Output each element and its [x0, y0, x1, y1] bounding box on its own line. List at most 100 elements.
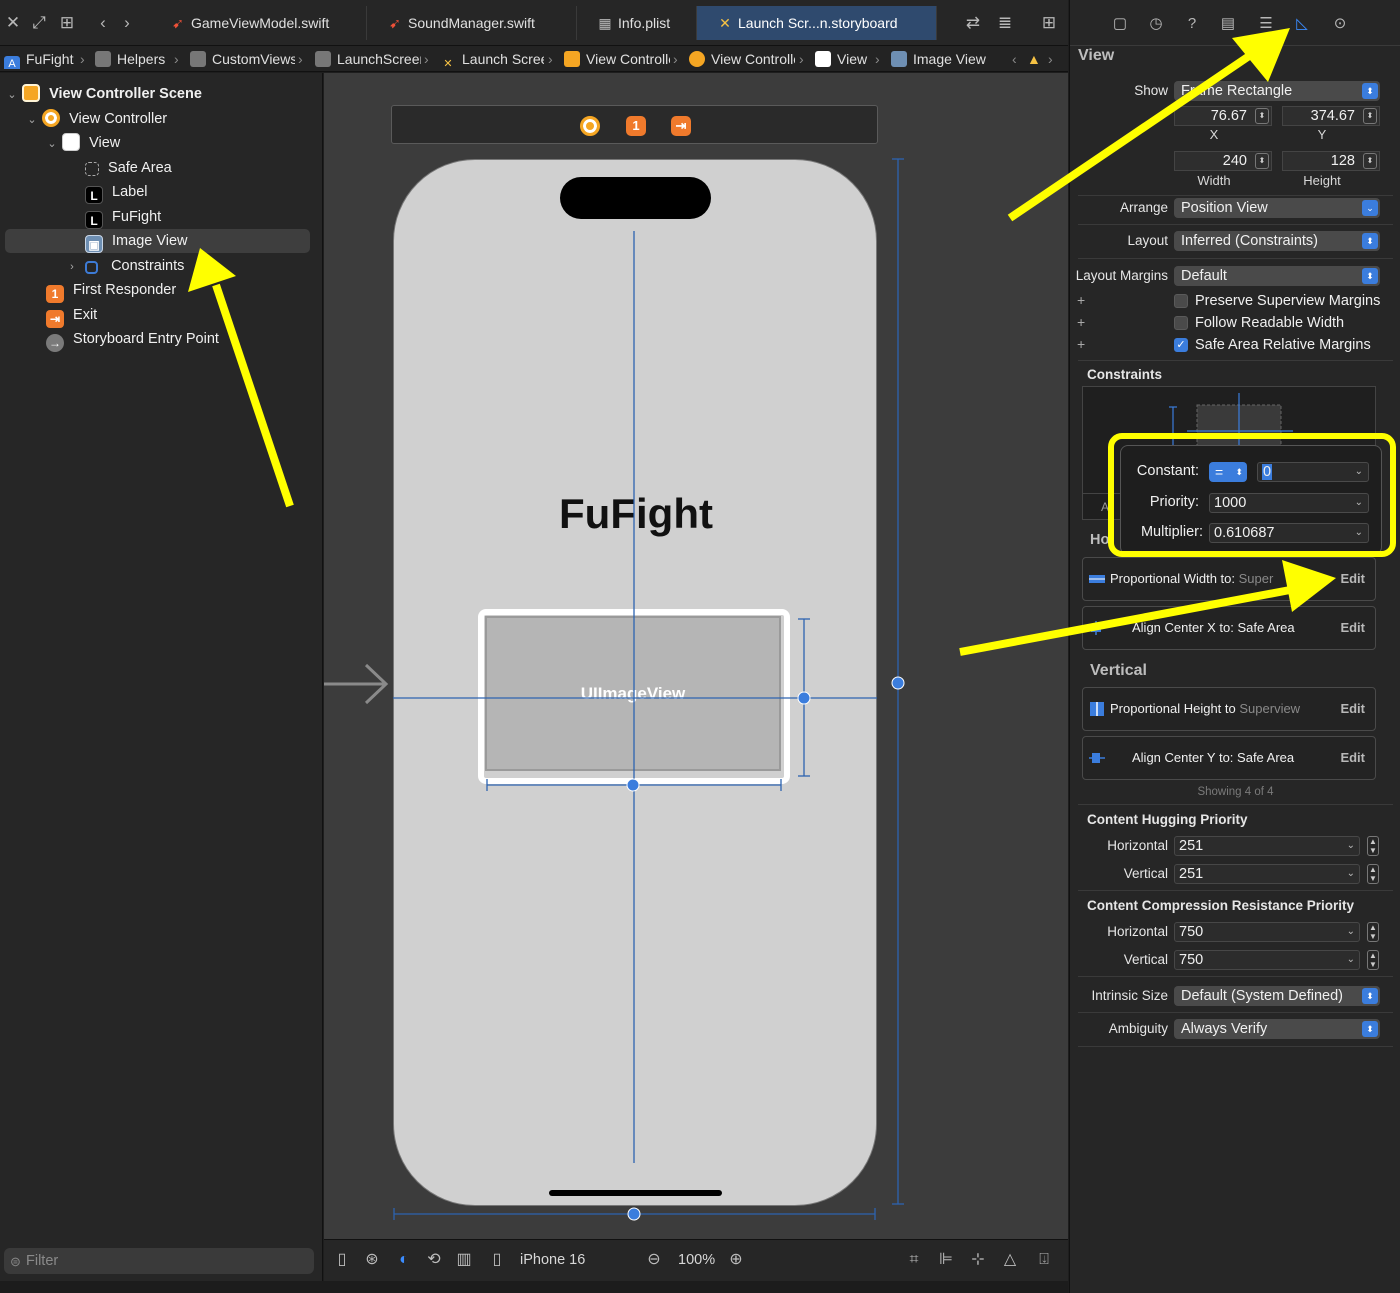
resolve-issues-icon[interactable]: △: [1000, 1250, 1020, 1270]
constraint-proportional-width[interactable]: Proportional Width to: Super Edit: [1082, 557, 1376, 601]
attributes-inspector-icon[interactable]: ☰: [1256, 14, 1276, 34]
history-inspector-icon[interactable]: ◷: [1146, 14, 1166, 34]
first-responder-icon[interactable]: 1: [626, 116, 646, 136]
constraint-align-center-y[interactable]: Align Center Y to: Safe Area Edit: [1082, 736, 1376, 780]
outline-item-fufight-label[interactable]: L FuFight: [85, 205, 161, 229]
edit-button[interactable]: Edit: [1340, 620, 1365, 635]
chevron-down-icon[interactable]: ⌄: [6, 83, 18, 107]
zoom-in-icon[interactable]: ⊕: [726, 1250, 746, 1270]
warning-icon[interactable]: ▲: [1027, 49, 1041, 69]
breadcrumb-view-controller[interactable]: View Controller: [689, 49, 795, 69]
edit-button[interactable]: Edit: [1340, 571, 1365, 586]
swap-icon[interactable]: ⇄: [962, 12, 984, 34]
outline-item-image-view[interactable]: ▣ Image View: [5, 229, 310, 253]
stepper-icon[interactable]: ⬍: [1363, 153, 1377, 169]
filter-input[interactable]: ⊜ Filter: [4, 1248, 314, 1274]
outline-item-label[interactable]: L Label: [85, 180, 148, 204]
preserve-superview-margins-checkbox[interactable]: Preserve Superview Margins: [1174, 292, 1380, 310]
update-frames-icon[interactable]: ⌗: [904, 1250, 924, 1270]
zoom-out-icon[interactable]: ⊖: [644, 1250, 664, 1270]
stepper-icon[interactable]: ▲ ▼: [1367, 950, 1379, 970]
interface-builder-canvas[interactable]: 1 ⇥ FuFight UIImageView: [324, 73, 1068, 1239]
split-view-icon[interactable]: ▥: [454, 1250, 474, 1270]
editor-options-icon[interactable]: ≣: [994, 12, 1016, 34]
x-field[interactable]: 76.67 ⬍: [1174, 106, 1272, 126]
toggle-outline-icon[interactable]: ▯: [332, 1250, 352, 1270]
plus-icon[interactable]: +: [1077, 314, 1085, 330]
outline-item-safe-area[interactable]: Safe Area: [85, 156, 172, 180]
identity-inspector-icon[interactable]: ▤: [1218, 14, 1238, 34]
tab-launch-storyboard[interactable]: ✕ Launch Scr...n.storyboard: [697, 6, 937, 40]
ambiguity-popup[interactable]: Always Verify ⬍: [1174, 1019, 1380, 1039]
edit-button[interactable]: Edit: [1340, 750, 1365, 765]
plus-icon[interactable]: +: [1077, 336, 1085, 352]
embed-in-icon[interactable]: ⍗: [1034, 1250, 1054, 1270]
layout-margins-popup[interactable]: Default ⬍: [1174, 266, 1380, 286]
connections-inspector-icon[interactable]: ⊙: [1330, 14, 1350, 34]
height-field[interactable]: 128 ⬍: [1282, 151, 1380, 171]
arrange-popup[interactable]: Position View ⌄: [1174, 198, 1380, 218]
outline-item-first-responder[interactable]: 1 First Responder: [46, 278, 176, 303]
stepper-icon[interactable]: ▲ ▼: [1367, 836, 1379, 856]
accessibility-icon[interactable]: ⊛: [362, 1250, 382, 1270]
back-icon[interactable]: ‹: [92, 12, 114, 34]
expand-icon[interactable]: ⤢: [28, 12, 50, 34]
close-icon[interactable]: ✕: [2, 12, 24, 34]
tab-soundmanager[interactable]: ➹ SoundManager.swift: [367, 6, 577, 40]
plus-icon[interactable]: +: [1077, 292, 1085, 308]
tab-info-plist[interactable]: ▦ Info.plist: [577, 6, 697, 40]
image-view[interactable]: UIImageView: [485, 616, 781, 771]
chevron-right-icon[interactable]: ›: [1048, 49, 1053, 69]
align-icon[interactable]: ⊫: [936, 1250, 956, 1270]
outline-item-vc-scene[interactable]: ⌄ View Controller Scene: [6, 82, 202, 106]
help-inspector-icon[interactable]: ?: [1182, 14, 1202, 34]
outline-item-view-controller[interactable]: ⌄ View Controller: [26, 107, 167, 131]
breadcrumb-customviews[interactable]: CustomViews: [190, 49, 295, 69]
outline-item-constraints[interactable]: › Constraints: [66, 254, 184, 278]
file-inspector-icon[interactable]: ▢: [1110, 14, 1130, 34]
compression-vertical-field[interactable]: 750 ⌄: [1174, 950, 1360, 970]
outline-item-entry-point[interactable]: → Storyboard Entry Point: [46, 327, 219, 352]
tab-gameviewmodel[interactable]: ➹ GameViewModel.swift: [150, 6, 367, 40]
stepper-icon[interactable]: ▲ ▼: [1367, 922, 1379, 942]
iphone-device-frame[interactable]: FuFight UIImageView: [393, 159, 877, 1206]
outline-item-view[interactable]: ⌄ View: [46, 131, 120, 155]
constraint-proportional-height[interactable]: Proportional Height to Superview Edit: [1082, 687, 1376, 731]
breadcrumb-view[interactable]: View: [815, 49, 873, 69]
breadcrumb-helpers[interactable]: Helpers: [95, 49, 173, 69]
device-icon[interactable]: ▯: [487, 1250, 507, 1270]
exit-icon[interactable]: ⇥: [671, 116, 691, 136]
orientation-icon[interactable]: ⟲: [424, 1250, 444, 1270]
edit-button[interactable]: Edit: [1340, 701, 1365, 716]
device-selector[interactable]: iPhone 16: [520, 1250, 585, 1270]
chevron-down-icon[interactable]: ⌄: [46, 132, 58, 156]
stepper-icon[interactable]: ⬍: [1363, 108, 1377, 124]
breadcrumb-vc-scene[interactable]: View Controller Scene: [564, 49, 670, 69]
grid-icon[interactable]: ⊞: [56, 12, 78, 34]
stepper-icon[interactable]: ⬍: [1255, 153, 1269, 169]
size-inspector-icon[interactable]: ◺: [1292, 14, 1312, 34]
follow-readable-width-checkbox[interactable]: Follow Readable Width: [1174, 314, 1344, 332]
zoom-level[interactable]: 100%: [678, 1250, 715, 1270]
chevron-right-icon[interactable]: ›: [66, 255, 78, 279]
stepper-icon[interactable]: ⬍: [1255, 108, 1269, 124]
breadcrumb-launchscreen-folder[interactable]: LaunchScreen: [315, 49, 421, 69]
hugging-horizontal-field[interactable]: 251 ⌄: [1174, 836, 1360, 856]
appearance-icon[interactable]: ◐: [394, 1250, 414, 1270]
add-editor-icon[interactable]: ⊞: [1038, 12, 1060, 34]
safe-area-relative-margins-checkbox[interactable]: ✓ Safe Area Relative Margins: [1174, 336, 1371, 354]
breadcrumb-project[interactable]: A FuFight: [4, 49, 74, 69]
outline-item-exit[interactable]: ⇥ Exit: [46, 303, 97, 328]
app-title-label[interactable]: FuFight: [394, 490, 876, 538]
breadcrumb-launch-storyboard[interactable]: ✕ Launch Screen: [440, 49, 544, 69]
layout-popup[interactable]: Inferred (Constraints) ⬍: [1174, 231, 1380, 251]
compression-horizontal-field[interactable]: 750 ⌄: [1174, 922, 1360, 942]
show-popup[interactable]: Frame Rectangle ⬍: [1174, 81, 1380, 101]
hugging-vertical-field[interactable]: 251 ⌄: [1174, 864, 1360, 884]
chevron-down-icon[interactable]: ⌄: [26, 108, 38, 132]
view-controller-icon[interactable]: [580, 116, 600, 136]
width-field[interactable]: 240 ⬍: [1174, 151, 1272, 171]
stepper-icon[interactable]: ▲ ▼: [1367, 864, 1379, 884]
intrinsic-size-popup[interactable]: Default (System Defined) ⬍: [1174, 986, 1380, 1006]
y-field[interactable]: 374.67 ⬍: [1282, 106, 1380, 126]
